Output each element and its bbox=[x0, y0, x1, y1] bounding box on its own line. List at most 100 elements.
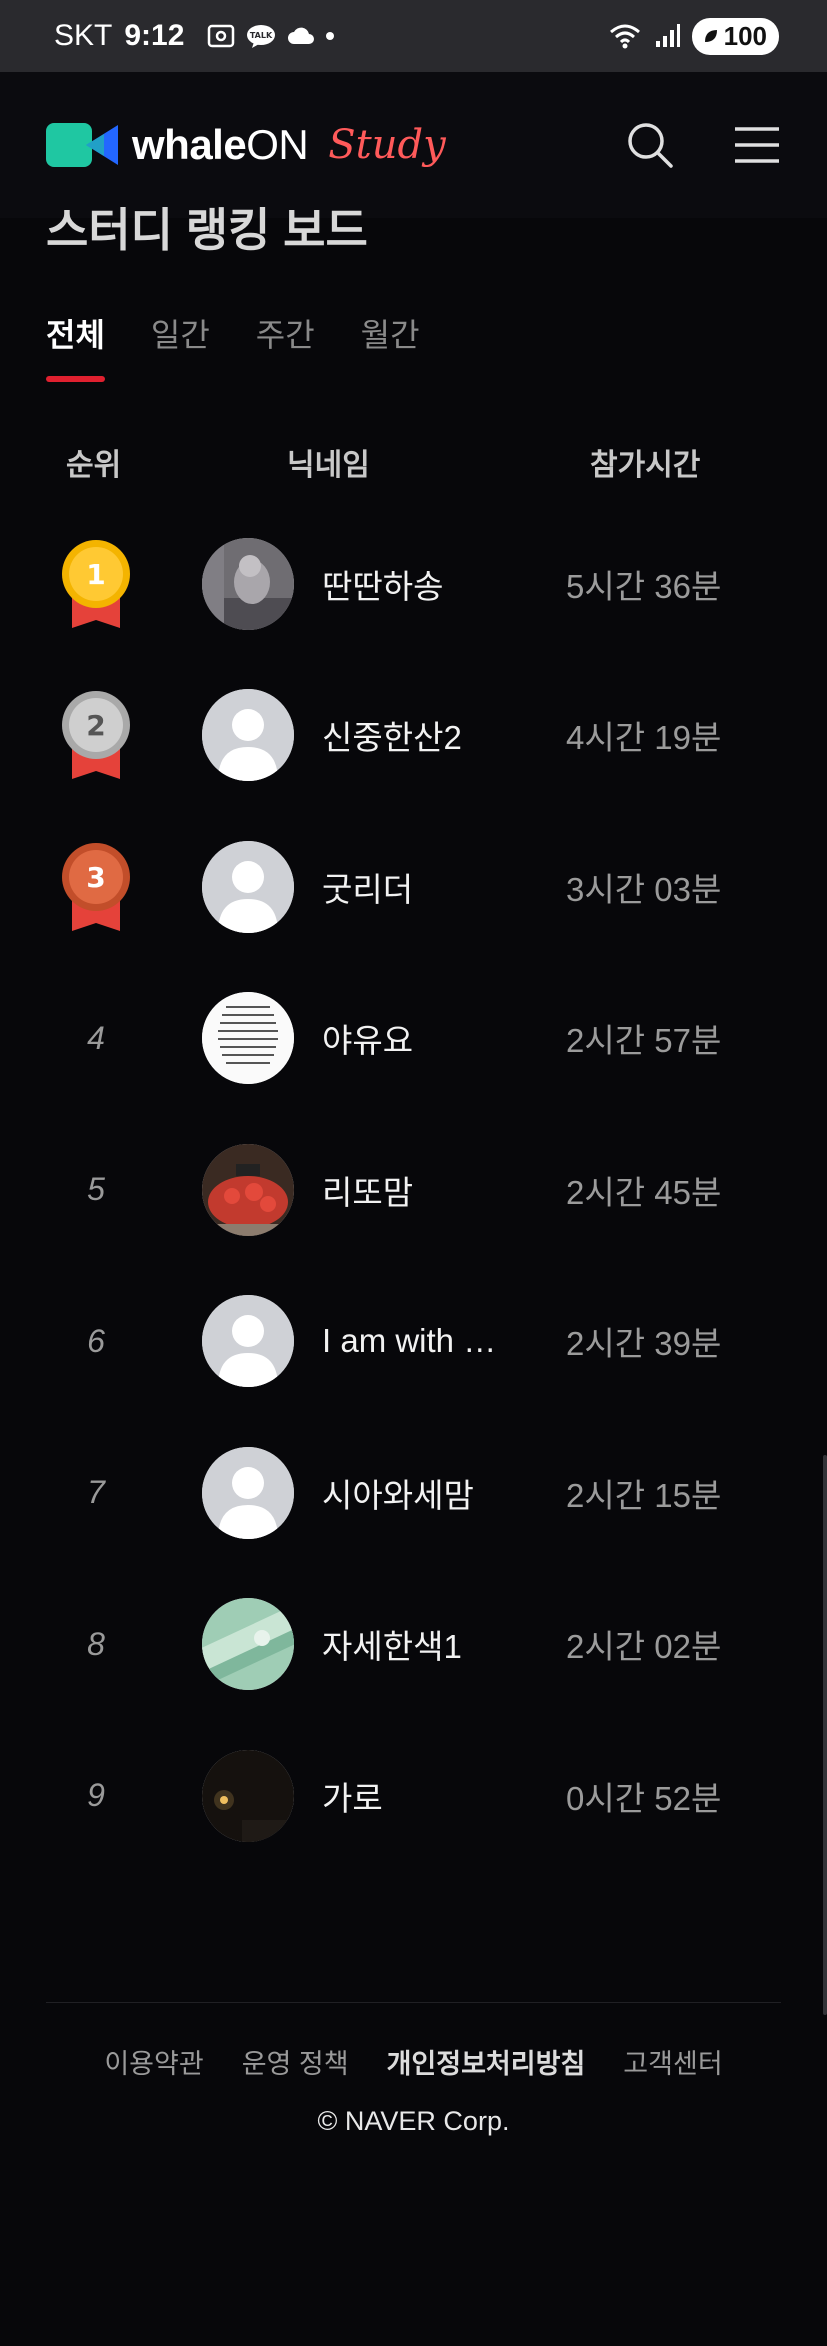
logo-word: whale bbox=[132, 121, 247, 168]
svg-text:3: 3 bbox=[86, 861, 105, 894]
avatar bbox=[202, 992, 294, 1085]
header-actions bbox=[625, 120, 781, 170]
footer-divider bbox=[46, 2002, 781, 2003]
search-icon[interactable] bbox=[625, 120, 675, 170]
person-icon bbox=[202, 689, 294, 782]
ranking-table-header: 순위 닉네임 참가시간 bbox=[0, 440, 827, 482]
customer-center-link[interactable]: 고객센터 bbox=[623, 2042, 722, 2081]
ranking-row[interactable]: 4 야유요 2시간 57분 bbox=[0, 963, 827, 1115]
screenshot-icon bbox=[208, 24, 235, 48]
rank-cell: 9 bbox=[58, 1746, 134, 1846]
more-notifications-dot bbox=[326, 32, 335, 40]
rank-number: 5 bbox=[87, 1171, 105, 1208]
tab-daily[interactable]: 일간 bbox=[151, 310, 210, 382]
header-time: 참가시간 bbox=[590, 449, 701, 482]
logo-wordmark: whaleON bbox=[132, 121, 309, 169]
participation-time: 2시간 39분 bbox=[566, 1325, 722, 1363]
operation-policy-link[interactable]: 운영 정책 bbox=[242, 2042, 349, 2081]
rank-cell: 1 bbox=[58, 534, 134, 634]
person-icon bbox=[202, 1446, 294, 1539]
participation-time: 2시간 45분 bbox=[566, 1173, 722, 1211]
terms-link[interactable]: 이용약관 bbox=[104, 2042, 203, 2081]
nickname: 시아와세맘 bbox=[322, 1476, 474, 1514]
header-nickname: 닉네임 bbox=[287, 449, 370, 482]
svg-text:2: 2 bbox=[86, 709, 105, 742]
rank-cell: 4 bbox=[58, 988, 134, 1088]
copyright: © NAVER Corp. bbox=[317, 2106, 510, 2136]
default-avatar bbox=[202, 840, 294, 933]
profile-photo bbox=[202, 1598, 294, 1691]
scrollbar[interactable] bbox=[823, 1455, 827, 2015]
ranking-row[interactable]: 1 딴딴하송 5시간 36분 bbox=[0, 508, 827, 660]
ranking-row[interactable]: 3 굿리더 3시간 03분 bbox=[0, 811, 827, 963]
nickname: 굿리더 bbox=[322, 870, 414, 908]
participation-time: 2시간 02분 bbox=[566, 1628, 722, 1666]
tab-weekly[interactable]: 주간 bbox=[256, 310, 315, 382]
avatar bbox=[202, 537, 294, 630]
menu-icon[interactable] bbox=[733, 125, 781, 165]
tab-all[interactable]: 전체 bbox=[46, 310, 105, 382]
ranking-row[interactable]: 8 자세한색1 2시간 02분 bbox=[0, 1569, 827, 1721]
participation-time: 4시간 19분 bbox=[566, 719, 722, 757]
whaleon-study-logo[interactable]: whaleON Study bbox=[46, 121, 446, 169]
nickname: 야유요 bbox=[322, 1022, 414, 1060]
rank-number: 6 bbox=[87, 1322, 105, 1359]
privacy-policy-link[interactable]: 개인정보처리방침 bbox=[387, 2042, 586, 2081]
footer-links: 이용약관 운영 정책 개인정보처리방침 고객센터 bbox=[0, 2042, 827, 2081]
section-title: 스터디 랭킹 보드 bbox=[46, 204, 368, 256]
default-avatar bbox=[202, 1446, 294, 1539]
clock: 9:12 bbox=[124, 19, 185, 52]
rank-number: 9 bbox=[87, 1777, 105, 1814]
default-avatar bbox=[202, 689, 294, 782]
rank-number: 7 bbox=[87, 1474, 105, 1511]
profile-photo bbox=[202, 537, 294, 630]
nickname: 신중한산2 bbox=[322, 719, 462, 757]
rank-cell: 3 bbox=[58, 837, 134, 937]
logo-study: Study bbox=[328, 122, 446, 168]
silver-medal-icon: 2 bbox=[62, 691, 130, 780]
cloud-icon bbox=[288, 27, 315, 44]
nickname: I am with … bbox=[322, 1322, 497, 1360]
ranking-row[interactable]: 5 리또맘 2시간 45분 bbox=[0, 1114, 827, 1266]
person-icon bbox=[202, 840, 294, 933]
period-tabs: 전체 일간 주간 월간 bbox=[46, 310, 420, 382]
rank-cell: 7 bbox=[58, 1443, 134, 1543]
logo-on: ON bbox=[246, 121, 309, 168]
participation-time: 3시간 03분 bbox=[566, 870, 722, 908]
talk-icon: TALK bbox=[247, 25, 276, 48]
battery-indicator: 100 bbox=[691, 17, 779, 55]
avatar bbox=[202, 1143, 294, 1236]
rank-number: 4 bbox=[87, 1019, 105, 1056]
status-bar: SKT 9:12 TALK 100 bbox=[0, 0, 827, 72]
svg-text:1: 1 bbox=[86, 558, 105, 591]
ranking-row[interactable]: 9 가로 0시간 52분 bbox=[0, 1720, 827, 1872]
rank-number: 8 bbox=[87, 1625, 105, 1662]
participation-time: 0시간 52분 bbox=[566, 1779, 722, 1817]
leaf-icon bbox=[704, 30, 717, 42]
wifi-icon bbox=[609, 24, 640, 49]
ranking-row[interactable]: 6 I am with … 2시간 39분 bbox=[0, 1266, 827, 1418]
profile-photo bbox=[202, 992, 294, 1085]
participation-time: 2시간 57분 bbox=[566, 1022, 722, 1060]
app-header: whaleON Study bbox=[0, 72, 827, 218]
participation-time: 2시간 15분 bbox=[566, 1476, 722, 1514]
rank-cell: 2 bbox=[58, 685, 134, 785]
avatar bbox=[202, 1598, 294, 1691]
rank-cell: 5 bbox=[58, 1140, 134, 1240]
nickname: 가로 bbox=[322, 1779, 383, 1817]
participation-time: 5시간 36분 bbox=[566, 567, 722, 605]
battery-level: 100 bbox=[723, 20, 767, 51]
avatar bbox=[202, 1749, 294, 1842]
nickname: 딴딴하송 bbox=[322, 567, 444, 605]
profile-photo bbox=[202, 1143, 294, 1236]
bronze-medal-icon: 3 bbox=[62, 842, 130, 931]
ranking-row[interactable]: 7 시아와세맘 2시간 15분 bbox=[0, 1417, 827, 1569]
tab-monthly[interactable]: 월간 bbox=[361, 310, 420, 382]
header-rank: 순위 bbox=[66, 449, 122, 482]
ranking-list: 1 딴딴하송 5시간 36분 2 신중한산2 4시간 19분 3 굿리더 3시간… bbox=[0, 508, 827, 1872]
nickname: 자세한색1 bbox=[322, 1628, 462, 1666]
svg-text:TALK: TALK bbox=[250, 31, 273, 40]
default-avatar bbox=[202, 1295, 294, 1388]
nickname: 리또맘 bbox=[322, 1173, 414, 1211]
ranking-row[interactable]: 2 신중한산2 4시간 19분 bbox=[0, 660, 827, 812]
